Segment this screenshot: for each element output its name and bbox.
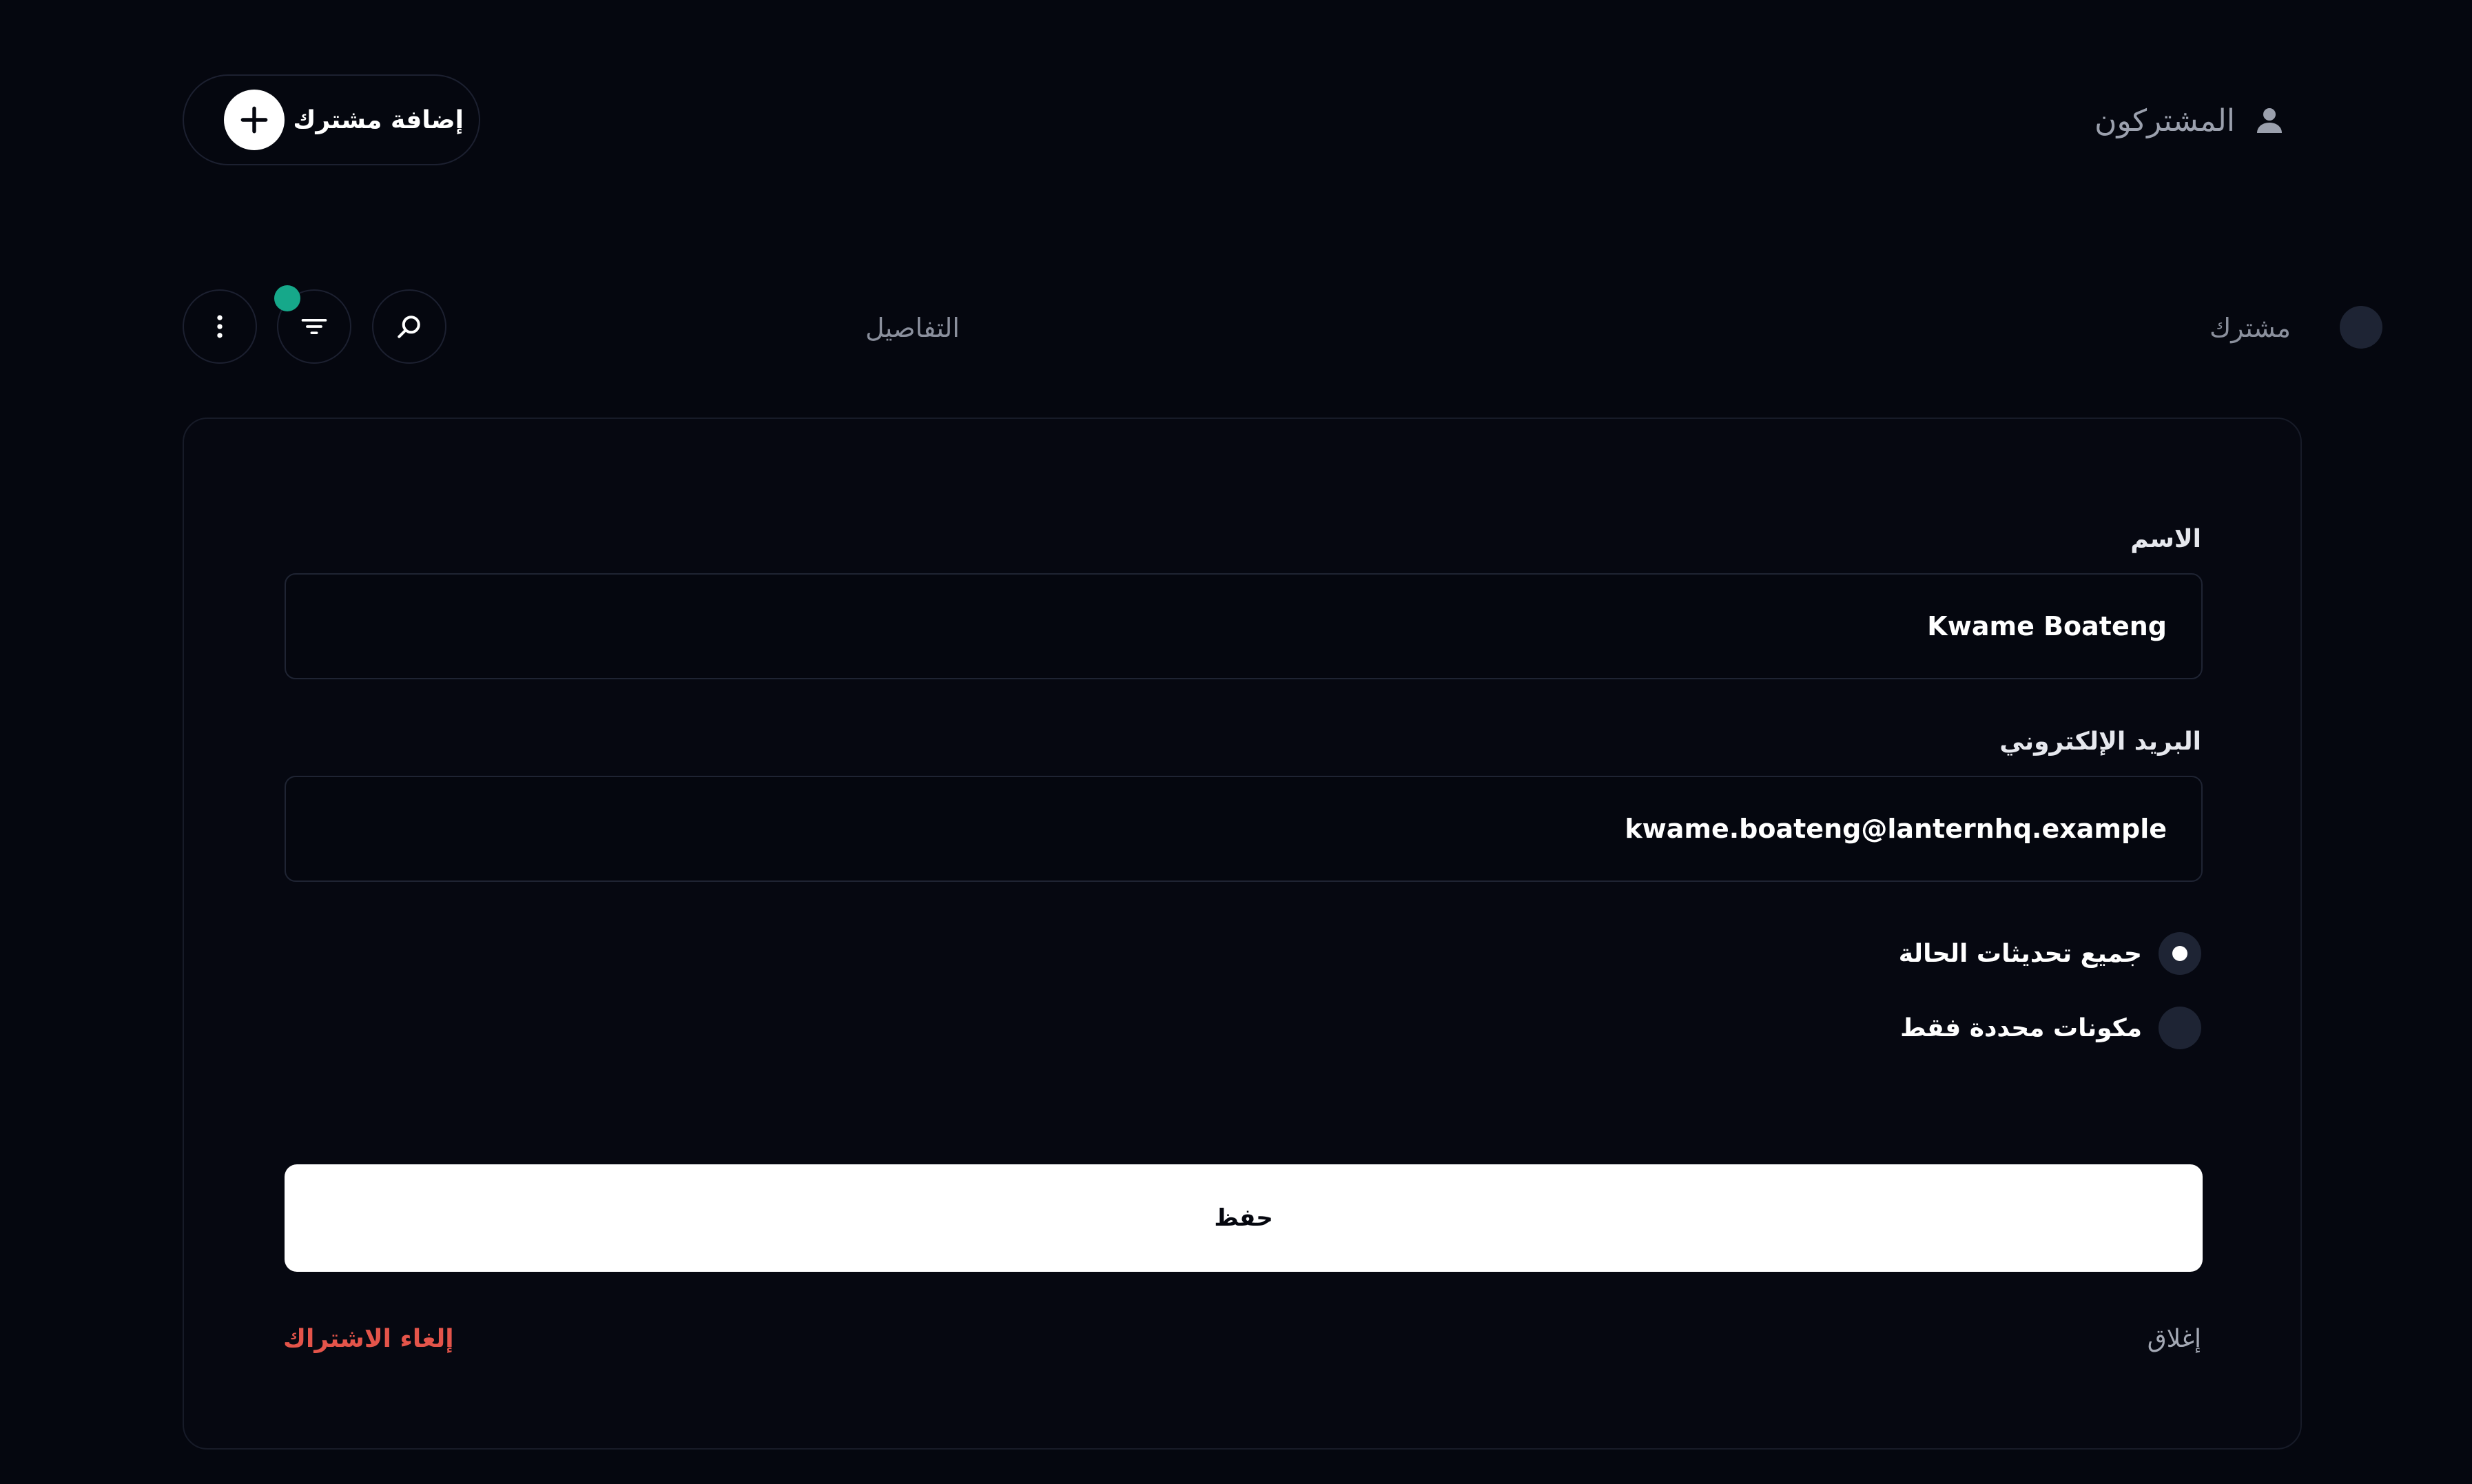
tab-indicator-dot (2340, 306, 2382, 349)
save-button[interactable]: حفظ (285, 1164, 2203, 1272)
unsubscribe-button[interactable]: إلغاء الاشتراك (283, 1321, 454, 1357)
name-field[interactable] (285, 573, 2203, 679)
subscriber-details-card: الاسم البريد الإلكتروني جميع تحديثات الح… (183, 418, 2302, 1450)
radio-button-selected[interactable] (2159, 932, 2201, 975)
tab-details[interactable]: التفاصيل (865, 309, 960, 347)
add-subscriber-button[interactable]: إضافة مشترك (183, 74, 480, 165)
option-specific-components[interactable]: مكونات محددة فقط (1900, 1006, 2201, 1050)
radio-button[interactable] (2159, 1007, 2201, 1049)
option-label: جميع تحديثات الحالة (1898, 939, 2142, 968)
subscribers-page: المشتركون إضافة مشترك مشترك التفاصيل الا… (0, 0, 2472, 1484)
search-icon (394, 311, 424, 342)
more-options-button[interactable] (183, 289, 257, 364)
radio-dot (2172, 946, 2187, 961)
more-vertical-icon (205, 311, 235, 342)
email-label: البريد الإلكتروني (1999, 728, 2201, 756)
name-label: الاسم (2130, 525, 2201, 553)
close-button[interactable]: إغلاق (2147, 1321, 2201, 1357)
search-button[interactable] (372, 289, 446, 364)
option-label: مكونات محددة فقط (1900, 1013, 2142, 1042)
filter-active-badge (274, 285, 300, 311)
option-all-status-updates[interactable]: جميع تحديثات الحالة (1899, 931, 2201, 976)
page-title-text: المشتركون (2094, 103, 2235, 138)
add-subscriber-label: إضافة مشترك (293, 105, 464, 134)
plus-icon (224, 90, 285, 150)
filter-icon (299, 311, 329, 342)
user-icon (2253, 104, 2286, 137)
tab-subscriber[interactable]: مشترك (2210, 309, 2291, 347)
email-field[interactable] (285, 776, 2203, 882)
page-title: المشتركون (2094, 96, 2286, 145)
